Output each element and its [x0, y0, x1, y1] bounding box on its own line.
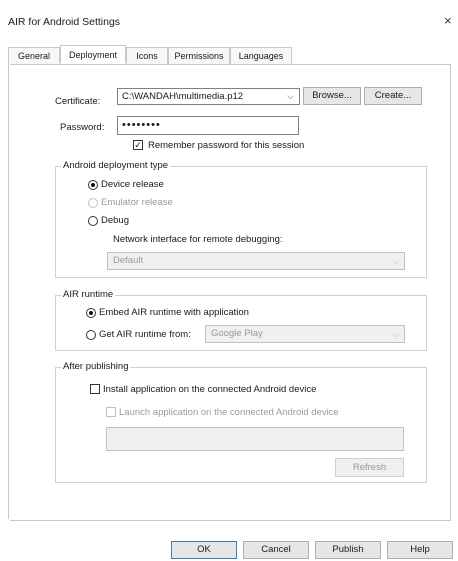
launch-app-label: Launch application on the connected Andr… — [119, 407, 339, 418]
tab-permissions[interactable]: Permissions — [168, 47, 230, 64]
install-app-label: Install application on the connected And… — [103, 384, 317, 395]
window-title: AIR for Android Settings — [8, 16, 121, 28]
certificate-value: C:\WANDAH\multimedia.p12 — [122, 91, 244, 102]
certificate-select[interactable]: C:\WANDAH\multimedia.p12 ⌵ — [117, 88, 300, 105]
tab-general[interactable]: General — [8, 47, 60, 64]
emulator-release-label: Emulator release — [101, 197, 173, 208]
panel-left-border — [8, 64, 11, 519]
publish-button[interactable]: Publish — [315, 541, 381, 559]
device-release-radio[interactable] — [88, 180, 98, 190]
get-runtime-label: Get AIR runtime from: — [99, 329, 191, 340]
embed-runtime-radio[interactable] — [86, 308, 96, 318]
help-button[interactable]: Help — [387, 541, 453, 559]
refresh-button[interactable]: Refresh — [335, 458, 404, 477]
cancel-button[interactable]: Cancel — [243, 541, 309, 559]
ok-button[interactable]: OK — [171, 541, 237, 559]
runtime-source-select[interactable]: Google Play ⌵ — [205, 325, 405, 343]
air-runtime-title: AIR runtime — [61, 289, 116, 300]
remember-password-label: Remember password for this session — [148, 140, 305, 151]
tab-deployment[interactable]: Deployment — [60, 45, 126, 63]
get-runtime-radio[interactable] — [86, 330, 96, 340]
password-field[interactable]: •••••••• — [117, 116, 299, 135]
install-app-checkbox[interactable] — [90, 384, 100, 394]
launch-app-checkbox[interactable] — [106, 407, 116, 417]
device-list-field[interactable] — [106, 427, 404, 451]
browse-button[interactable]: Browse... — [303, 87, 361, 105]
password-label: Password: — [60, 122, 105, 133]
device-release-label: Device release — [101, 179, 164, 190]
network-interface-select[interactable]: Default ⌵ — [107, 252, 405, 270]
tab-icons[interactable]: Icons — [126, 47, 168, 64]
network-interface-value: Default — [113, 255, 144, 266]
debug-radio[interactable] — [88, 216, 98, 226]
remember-password-checkbox[interactable]: ✓ — [133, 140, 143, 150]
certificate-label: Certificate: — [55, 96, 101, 107]
network-interface-label: Network interface for remote debugging: — [113, 234, 283, 245]
android-deployment-type-title: Android deployment type — [61, 160, 171, 171]
runtime-source-value: Google Play — [211, 328, 263, 339]
create-button[interactable]: Create... — [364, 87, 422, 105]
close-icon[interactable]: × — [444, 13, 452, 28]
after-publishing-title: After publishing — [61, 361, 131, 372]
chevron-down-icon: ⌵ — [392, 329, 399, 339]
embed-runtime-label: Embed AIR runtime with application — [99, 307, 249, 318]
tab-languages[interactable]: Languages — [230, 47, 292, 64]
debug-label: Debug — [101, 215, 129, 226]
chevron-down-icon: ⌵ — [287, 91, 294, 101]
chevron-down-icon: ⌵ — [392, 256, 399, 266]
emulator-release-radio[interactable] — [88, 198, 98, 208]
